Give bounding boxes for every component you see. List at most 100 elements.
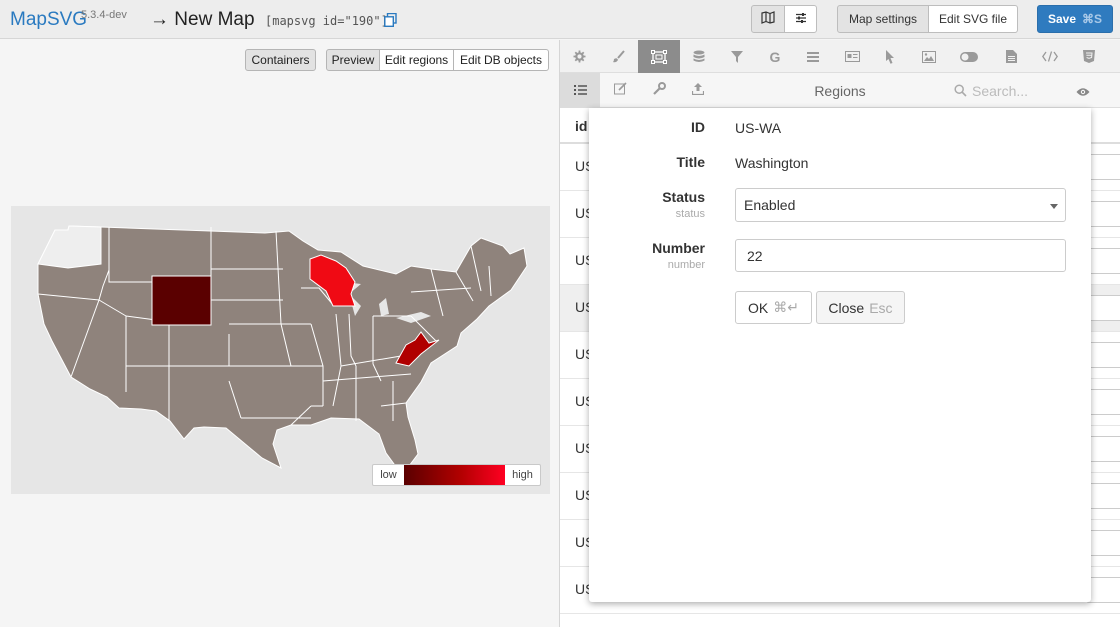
- shortcode-label: [mapsvg id="190"]: [265, 14, 388, 28]
- menu-icon: [807, 51, 819, 62]
- panel-title: Regions: [814, 83, 866, 99]
- map-canvas[interactable]: low high: [11, 206, 550, 494]
- sliders-icon: [795, 12, 807, 27]
- tool-regions[interactable]: [638, 40, 680, 73]
- google-icon: G: [769, 48, 781, 65]
- row-button[interactable]: [1086, 577, 1120, 603]
- row-button[interactable]: [1086, 342, 1120, 368]
- main-toolbar: G: [560, 40, 1120, 73]
- list-icon: [573, 82, 587, 100]
- close-button[interactable]: Close Esc: [816, 291, 905, 324]
- status-selected-value: Enabled: [744, 197, 796, 213]
- chevron-down-icon: [1050, 204, 1058, 209]
- code-icon: [1042, 51, 1058, 62]
- close-shortcut: Esc: [869, 299, 893, 316]
- row-button[interactable]: [1086, 483, 1120, 509]
- file-icon: [1005, 50, 1017, 63]
- upload-icon: [691, 82, 705, 100]
- tool-brush[interactable]: [599, 40, 637, 73]
- map-icon: [761, 11, 775, 27]
- choropleth-legend: low high: [372, 464, 541, 486]
- tool-css[interactable]: [1070, 40, 1108, 73]
- tab-import[interactable]: [678, 73, 718, 108]
- search-input[interactable]: [972, 80, 1068, 101]
- id-value: US-WA: [735, 120, 782, 136]
- tab-regions-list[interactable]: [560, 73, 600, 108]
- number-label: Number: [652, 240, 705, 256]
- row-button[interactable]: [1086, 154, 1120, 180]
- tool-database[interactable]: [680, 40, 718, 73]
- top-header: MapSVG 5.3.4-dev → New Map [mapsvg id="1…: [0, 0, 1120, 39]
- tool-cursor[interactable]: [871, 40, 909, 73]
- ok-label: OK: [748, 299, 769, 316]
- tab-edit[interactable]: [600, 73, 640, 108]
- tool-filter[interactable]: [718, 40, 756, 73]
- tool-menu[interactable]: [794, 40, 832, 73]
- save-shortcut: ⌘S: [1082, 12, 1103, 26]
- tool-image[interactable]: [910, 40, 948, 73]
- title-label: Title: [676, 154, 705, 170]
- row-button[interactable]: [1086, 248, 1120, 274]
- toggle-icon: [960, 51, 978, 62]
- brand-name[interactable]: MapSVG: [10, 9, 87, 31]
- tool-details[interactable]: [833, 40, 871, 73]
- version-label: 5.3.4-dev: [81, 9, 127, 21]
- ok-shortcut: ⌘↵: [773, 299, 799, 315]
- gear-icon: [573, 50, 586, 63]
- map-options-button[interactable]: [784, 5, 817, 33]
- css-icon: [1083, 50, 1095, 63]
- regions-icon: [651, 49, 667, 64]
- tool-toggle[interactable]: [950, 40, 988, 73]
- id-label: ID: [691, 119, 705, 135]
- wrench-icon: [652, 81, 666, 100]
- eye-icon[interactable]: [1076, 84, 1090, 102]
- number-sublabel: number: [667, 259, 705, 271]
- edit-icon: [613, 81, 627, 100]
- save-label: Save: [1047, 12, 1076, 26]
- status-select[interactable]: Enabled: [735, 188, 1066, 222]
- containers-button[interactable]: Containers: [245, 49, 316, 71]
- row-button[interactable]: [1086, 389, 1120, 415]
- tool-gear[interactable]: [560, 40, 598, 73]
- region-wyoming[interactable]: [151, 275, 212, 326]
- title-value: Washington: [735, 155, 809, 171]
- database-icon: [693, 50, 705, 63]
- save-button[interactable]: Save ⌘S: [1037, 5, 1113, 33]
- edit-svg-file-button[interactable]: Edit SVG file: [928, 5, 1018, 33]
- row-button[interactable]: [1086, 201, 1120, 227]
- number-field[interactable]: [735, 239, 1066, 272]
- row-button[interactable]: [1086, 436, 1120, 462]
- brush-icon: [612, 50, 625, 63]
- status-sublabel: status: [675, 208, 705, 220]
- map-title: → New Map: [150, 9, 255, 30]
- tab-settings[interactable]: [639, 73, 679, 108]
- us-mainland[interactable]: [37, 225, 528, 470]
- tab-edit-db-objects[interactable]: Edit DB objects: [453, 49, 549, 71]
- regions-toolbar: Regions: [560, 73, 1120, 108]
- copy-icon[interactable]: [384, 12, 398, 27]
- column-id[interactable]: id: [575, 118, 587, 134]
- close-label: Close: [828, 299, 865, 316]
- ok-button[interactable]: OK ⌘↵: [735, 291, 812, 324]
- row-button[interactable]: [1086, 295, 1120, 321]
- map-settings-button[interactable]: Map settings: [837, 5, 929, 33]
- details-icon: [844, 51, 860, 62]
- legend-high-label: high: [512, 469, 533, 481]
- region-washington[interactable]: [37, 225, 102, 269]
- filter-icon: [731, 50, 743, 63]
- search-icon: [954, 84, 967, 102]
- map-view-button[interactable]: [751, 5, 785, 33]
- status-label: Status: [662, 189, 705, 205]
- cursor-icon: [885, 49, 895, 64]
- tool-code[interactable]: [1031, 40, 1069, 73]
- tool-file[interactable]: [992, 40, 1030, 73]
- row-button[interactable]: [1086, 530, 1120, 556]
- region-edit-form: ID US-WA Title Washington Status status …: [589, 108, 1091, 602]
- legend-low-label: low: [380, 469, 397, 481]
- image-icon: [922, 50, 936, 63]
- legend-gradient: [404, 465, 505, 485]
- tab-edit-regions[interactable]: Edit regions: [379, 49, 454, 71]
- us-map[interactable]: [11, 206, 550, 494]
- tab-preview[interactable]: Preview: [326, 49, 380, 71]
- tool-google[interactable]: G: [756, 40, 794, 73]
